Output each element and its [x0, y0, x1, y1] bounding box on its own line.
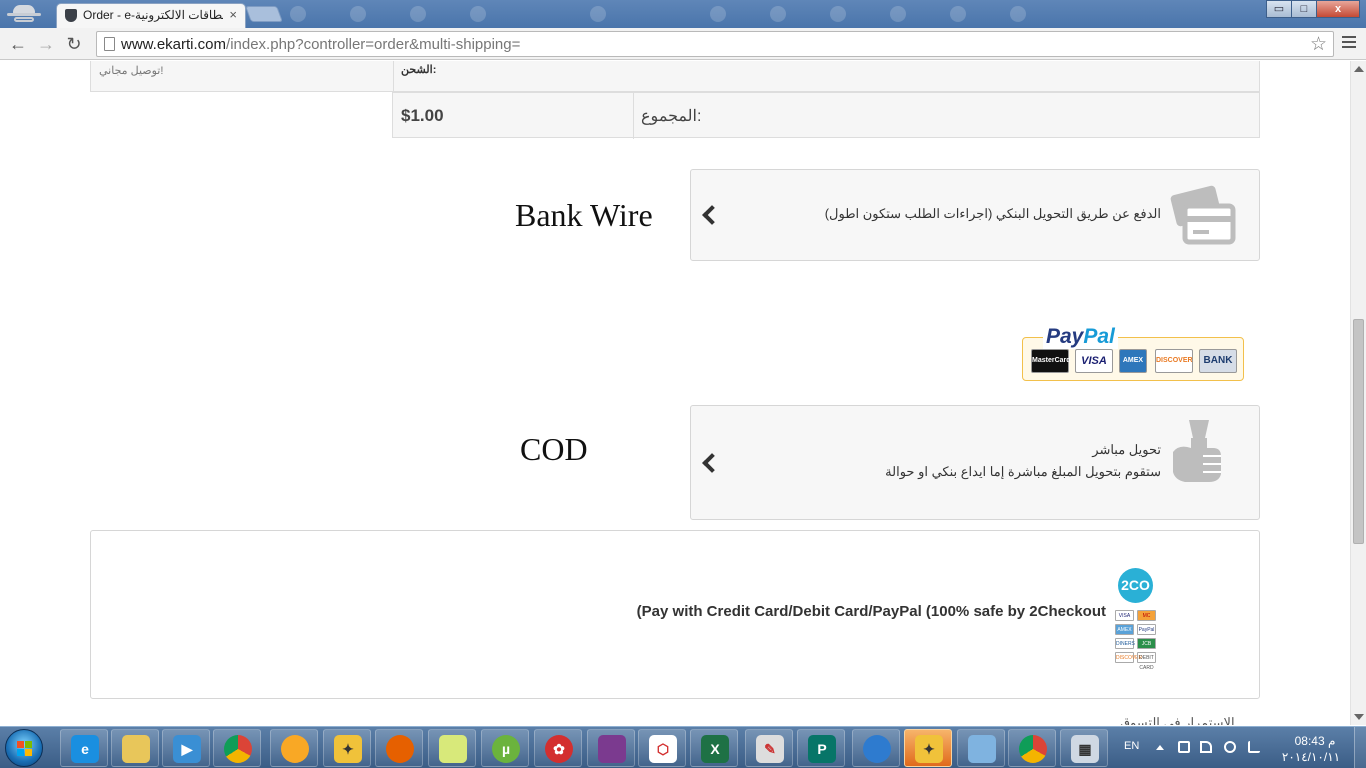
- mini-mastercard-logo: MC: [1137, 610, 1156, 621]
- bank-wire-description: الدفع عن طريق التحويل البنكي (اجراءات ال…: [824, 206, 1161, 221]
- window-controls: ▭ □ x: [1266, 0, 1360, 20]
- paypal-logo-pal: Pal: [1083, 325, 1115, 348]
- mini-jcb-logo: JCB: [1137, 638, 1156, 649]
- chevron-left-icon: [702, 453, 722, 473]
- paypal-logo: PayPal: [1043, 325, 1118, 349]
- tab-title: Order - e-بطاقات الالكترونية: [83, 8, 223, 22]
- incognito-icon: [4, 1, 44, 27]
- mini-diners-logo: DINERS: [1115, 638, 1135, 649]
- windows-taskbar: e ▶ ✦ µ ✿ ⬡ X ✎ P ✦ ▦ EN 08:43 م ٢٠١٤/١٠…: [0, 726, 1366, 768]
- shipping-row: توصيل مجاني! الشحن:: [90, 61, 1260, 92]
- show-desktop-button[interactable]: [1354, 727, 1366, 768]
- mini-amex-logo: AMEX: [1115, 624, 1134, 635]
- credit-card-icon: [1170, 185, 1236, 245]
- firefox-icon[interactable]: [375, 729, 423, 767]
- total-row: $1.00 المجموع:: [392, 92, 1260, 139]
- app-red-icon[interactable]: ✿: [534, 729, 582, 767]
- file-explorer-icon[interactable]: [111, 729, 159, 767]
- vertical-scrollbar[interactable]: [1350, 61, 1366, 725]
- bank-wire-option[interactable]: الدفع عن طريق التحويل البنكي (اجراءات ال…: [690, 169, 1260, 261]
- tab-close-button[interactable]: ×: [229, 7, 237, 22]
- paypal-banner: PayPal MasterCard VISA AMEX DISCOVER BAN…: [1022, 325, 1244, 381]
- volume-muted-icon[interactable]: [1224, 741, 1236, 753]
- taskbar-reflection: [290, 4, 1070, 24]
- cod-option[interactable]: تحويل مباشر ستقوم بتحويل المبلغ مباشرة إ…: [690, 405, 1260, 520]
- continue-shopping-link[interactable]: الاستمرار في التسوق: [1120, 715, 1235, 725]
- utorrent-icon[interactable]: µ: [481, 729, 529, 767]
- browser-window: Order - e-بطاقات الالكترونية × ▭ □ x ← →…: [0, 0, 1366, 768]
- scroll-thumb[interactable]: [1353, 319, 1364, 544]
- cod-description-line2: ستقوم بتحويل المبلغ مباشرة إما ايداع بنك…: [885, 464, 1161, 479]
- total-value: $1.00: [401, 106, 444, 125]
- windows-logo-icon: [17, 741, 33, 757]
- mini-visa-logo: VISA: [1115, 610, 1134, 621]
- new-tab-button[interactable]: [245, 6, 283, 22]
- scroll-up-icon[interactable]: [1354, 66, 1364, 72]
- chevron-left-icon: [702, 205, 722, 225]
- bookmark-star-icon[interactable]: ☆: [1310, 33, 1327, 56]
- shield-favicon-icon: [65, 9, 77, 22]
- internet-explorer-icon[interactable]: e: [60, 729, 108, 767]
- excel-icon[interactable]: X: [690, 729, 738, 767]
- shipping-label: الشحن:: [401, 64, 437, 76]
- discover-logo: DISCOVER: [1155, 349, 1193, 373]
- yahoo-games-icon[interactable]: ✦: [904, 729, 952, 767]
- reload-button[interactable]: ↻: [62, 32, 86, 56]
- start-button[interactable]: [5, 729, 43, 767]
- bank-wire-title: Bank Wire: [515, 197, 653, 233]
- tab-order[interactable]: Order - e-بطاقات الالكترونية ×: [56, 3, 246, 28]
- back-button[interactable]: ←: [6, 32, 30, 56]
- network-app-icon[interactable]: [852, 729, 900, 767]
- total-label: المجموع:: [641, 108, 702, 125]
- address-bar[interactable]: www.ekarti.com/index.php?controller=orde…: [96, 31, 1334, 57]
- twocheckout-option[interactable]: (Pay with Credit Card/Debit Card/PayPal …: [90, 530, 1260, 699]
- shipping-value: توصيل مجاني!: [99, 65, 164, 77]
- minimize-button[interactable]: ▭: [1266, 0, 1292, 18]
- maximize-button[interactable]: □: [1291, 0, 1317, 18]
- twocheckout-badge: 2CO: [1118, 568, 1153, 603]
- page-viewport: توصيل مجاني! الشحن: $1.00 المجموع: Bank …: [0, 61, 1350, 725]
- winrar-icon[interactable]: [587, 729, 635, 767]
- hand-cash-icon: [1173, 420, 1221, 482]
- language-indicator[interactable]: EN: [1124, 740, 1139, 752]
- flag-tray-icon[interactable]: [1200, 741, 1212, 753]
- url-text[interactable]: www.ekarti.com/index.php?controller=orde…: [121, 36, 520, 53]
- pdf-reader-icon[interactable]: ⬡: [638, 729, 686, 767]
- scroll-down-icon[interactable]: [1354, 714, 1364, 720]
- clock-time[interactable]: 08:43 م: [1290, 734, 1340, 748]
- paypal-logo-pay: Pay: [1046, 325, 1084, 348]
- cod-description-line1: تحويل مباشر: [1092, 442, 1161, 457]
- publisher-icon[interactable]: P: [797, 729, 845, 767]
- mini-paypal-logo: PayPal: [1137, 624, 1156, 635]
- amex-logo: AMEX: [1119, 349, 1147, 373]
- photo-viewer-icon[interactable]: [957, 729, 1005, 767]
- network-signal-icon[interactable]: [1248, 741, 1260, 753]
- paint-icon[interactable]: ✎: [745, 729, 793, 767]
- calculator-icon[interactable]: ▦: [1060, 729, 1108, 767]
- twocheckout-description: (Pay with Credit Card/Debit Card/PayPal …: [636, 603, 1106, 620]
- bank-logo: BANK: [1199, 349, 1237, 373]
- mini-debit-logo: DEBIT CARD: [1137, 652, 1156, 671]
- forward-button[interactable]: →: [34, 32, 58, 56]
- games-icon[interactable]: ✦: [323, 729, 371, 767]
- clock-date[interactable]: ٢٠١٤/١٠/١١: [1280, 750, 1342, 764]
- chrome-menu-icon[interactable]: [1342, 36, 1356, 51]
- usb-tray-icon[interactable]: [1178, 741, 1190, 753]
- show-hidden-icons[interactable]: [1156, 745, 1164, 750]
- mini-discover-logo: DISCOVER: [1115, 652, 1142, 663]
- messenger-icon[interactable]: [270, 729, 318, 767]
- tab-strip: Order - e-بطاقات الالكترونية × ▭ □ x: [0, 0, 1366, 28]
- url-path: /index.php?controller=order&multi-shippi…: [226, 36, 521, 53]
- cod-title: COD: [520, 431, 588, 467]
- url-host: www.ekarti.com: [121, 36, 227, 53]
- close-window-button[interactable]: x: [1316, 0, 1360, 18]
- mastercard-logo: MasterCard: [1031, 349, 1071, 373]
- page-icon: [104, 37, 115, 51]
- sticky-notes-icon[interactable]: [428, 729, 476, 767]
- media-player-icon[interactable]: ▶: [162, 729, 210, 767]
- visa-logo: VISA: [1075, 349, 1113, 373]
- chrome-2-icon[interactable]: [1008, 729, 1056, 767]
- browser-toolbar: ← → ↻ www.ekarti.com/index.php?controlle…: [0, 28, 1366, 60]
- chrome-icon[interactable]: [213, 729, 261, 767]
